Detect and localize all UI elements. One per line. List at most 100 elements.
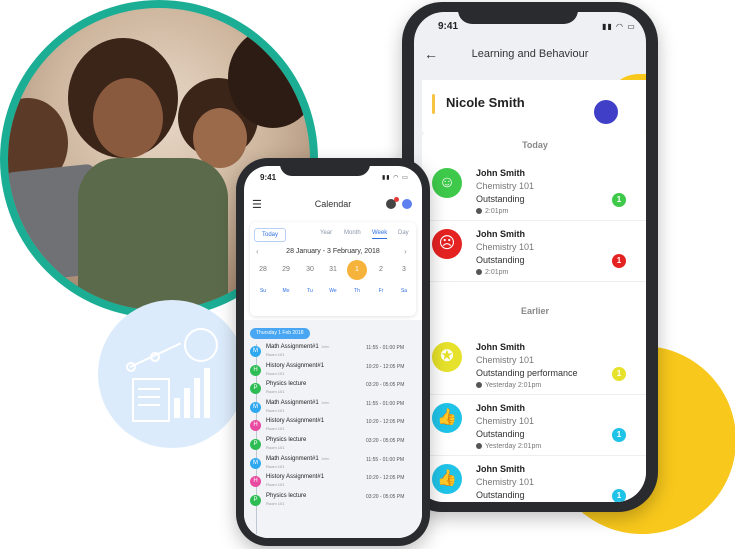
rating: Outstanding performance	[476, 368, 578, 378]
subject: Chemistry 101	[476, 477, 535, 487]
weekday-label: We	[329, 288, 337, 294]
event-time: 11:55 - 01:00 PM	[366, 400, 404, 407]
agenda-item[interactable]: H History Assignment#1 Room 101 10:20 - 12:…	[250, 474, 416, 492]
agenda-item[interactable]: M Math Assignment#1 John Room 101 11:55 - 01…	[250, 456, 416, 474]
event-icon: H	[250, 420, 261, 432]
behaviour-item[interactable]: ✪ John Smith Chemistry 101 Outstanding p…	[422, 334, 646, 395]
subject: Chemistry 101	[476, 181, 535, 191]
section-header-earlier: Earlier	[520, 306, 550, 316]
event-room: Room 101	[266, 482, 285, 488]
event-time: 03:20 - 05:05 PM	[366, 493, 405, 500]
count-badge: 1	[612, 193, 626, 207]
agenda-item[interactable]: P Physics lecture Room 101 03:20 - 05:05 PM	[250, 381, 416, 399]
event-room: Room 101	[266, 389, 285, 395]
count-badge: 1	[612, 489, 626, 502]
event-icon: H	[250, 476, 261, 488]
event-title-text: Physics lecture	[266, 437, 307, 443]
event-title-text: Physics lecture	[266, 492, 307, 499]
clock-icon	[476, 269, 482, 275]
phone-notch	[458, 2, 578, 24]
behaviour-item[interactable]: 👍 John Smith Chemistry 101 Outstanding 1	[422, 456, 646, 502]
accent-bar	[432, 94, 435, 114]
tab-month[interactable]: Month	[344, 230, 361, 236]
agenda-item[interactable]: H History Assignment#1 Room 101 10:20 - 12:…	[250, 418, 416, 436]
day-cell[interactable]: 3	[394, 266, 414, 273]
agenda-item[interactable]: M Math Assignment#1 John Room 101 11:55 - 01…	[250, 344, 416, 362]
behaviour-item[interactable]: ☺ John Smith Chemistry 101 Outstanding 2…	[422, 160, 646, 221]
photo-clothing	[78, 158, 228, 310]
agenda-date-pill: Thursday 1 Feb 2018	[250, 328, 310, 339]
event-title-text: Math Assignment#1	[266, 344, 319, 350]
count-badge: 1	[612, 254, 626, 268]
calendar-phone: 9:41 ▮▮ ◠ ▭ ☰ Calendar Today Year Month …	[236, 158, 430, 546]
event-title-text: Math Assignment#1	[266, 399, 319, 406]
view-tabs: Today Year Month Week Day	[250, 228, 416, 242]
agenda-item[interactable]: H History Assignment#1 Room 101 10:20 - 12:…	[250, 363, 416, 381]
event-title: Physics lecture	[266, 381, 308, 387]
teacher-name: John Smith	[476, 342, 525, 352]
subject: Chemistry 101	[476, 355, 535, 365]
behaviour-item[interactable]: 👍 John Smith Chemistry 101 Outstanding Y…	[422, 395, 646, 456]
event-title-text: Math Assignment#1	[266, 455, 319, 462]
clock-icon	[476, 443, 482, 449]
chevron-right-icon[interactable]: ›	[404, 247, 407, 256]
day-cell[interactable]: 2	[371, 266, 391, 273]
event-title-text: Physics lecture	[266, 381, 307, 388]
today-button[interactable]: Today	[254, 228, 286, 242]
event-owner: John	[320, 344, 330, 349]
event-time: 11:55 - 01:00 PM	[366, 456, 404, 463]
calendar-screen: 9:41 ▮▮ ◠ ▭ ☰ Calendar Today Year Month …	[244, 166, 422, 538]
day-cell[interactable]: 31	[323, 266, 343, 273]
event-room: Room 101	[266, 445, 285, 450]
weekday-label: Th	[354, 288, 360, 294]
weekday-label: Fr	[378, 288, 384, 294]
item-time: 2:01pm	[476, 269, 508, 276]
agenda-item[interactable]: M Math Assignment#1 John Room 101 11:55 - 01…	[250, 400, 416, 418]
rating: Outstanding	[476, 429, 525, 439]
learning-screen: 9:41 ▮▮ ◠ ▭ ← Learning and Behaviour Nic…	[414, 12, 646, 502]
rating: Outstanding	[476, 255, 525, 265]
thumbs-up-icon: 👍	[432, 403, 462, 433]
event-time: 10:20 - 12:05 PM	[366, 475, 405, 482]
agenda-item[interactable]: P Physics lecture Room 101 03:20 - 05:05 PM	[250, 493, 416, 511]
event-time: 03:20 - 05:05 PM	[366, 382, 405, 389]
event-title: Math Assignment#1 John	[266, 456, 329, 462]
rating: Outstanding	[476, 490, 525, 500]
day-cell[interactable]: 29	[276, 266, 296, 273]
tab-week[interactable]: Week	[372, 230, 388, 239]
time-text: Yesterday 2:01pm	[485, 382, 542, 389]
item-time: Yesterday 2:01pm	[476, 443, 541, 450]
event-title: Physics lecture	[266, 493, 308, 499]
tab-day[interactable]: Day	[398, 230, 409, 236]
day-cell[interactable]: 28	[253, 266, 273, 273]
teacher-name: John Smith	[476, 229, 525, 239]
analytics-icon	[126, 328, 218, 422]
count-badge: 1	[612, 367, 626, 381]
event-title: Math Assignment#1 John	[266, 400, 329, 406]
subject: Chemistry 101	[476, 242, 535, 252]
event-room: Room 101	[266, 463, 285, 469]
event-title: History Assignment#1	[266, 363, 326, 369]
event-icon: H	[250, 364, 261, 376]
phone-notch	[280, 158, 370, 176]
agenda-item[interactable]: P Physics lecture Room 101 03:20 - 05:05 PM	[250, 437, 416, 455]
event-icon: M	[250, 457, 261, 469]
clock-icon	[476, 382, 482, 388]
weekday-label: Mo	[282, 288, 290, 294]
day-cell-selected[interactable]: 1	[347, 260, 367, 280]
behaviour-item[interactable]: ☹ John Smith Chemistry 101 Outstanding 2…	[422, 221, 646, 282]
status-icons: ▮▮ ◠ ▭	[382, 175, 409, 181]
count-badge: 1	[612, 428, 626, 442]
tab-year[interactable]: Year	[320, 230, 332, 236]
calendar-week-card: Today Year Month Week Day ‹ 28 January -…	[250, 222, 416, 316]
event-time: 11:55 - 01:00 PM	[366, 345, 404, 351]
event-title: Physics lecture	[266, 437, 308, 443]
event-room: Room 101	[266, 407, 285, 413]
settings-icon[interactable]	[402, 199, 412, 209]
agenda-list: Thursday 1 Feb 2018 M Math Assignment#1 Jo…	[244, 320, 422, 538]
photo-person	[93, 78, 163, 158]
day-cell[interactable]: 30	[300, 266, 320, 273]
weekday-label: Sa	[400, 288, 408, 294]
status-icons: ▮▮ ◠ ▭	[602, 22, 636, 31]
item-time: Yesterday 2:01pm	[476, 382, 541, 389]
